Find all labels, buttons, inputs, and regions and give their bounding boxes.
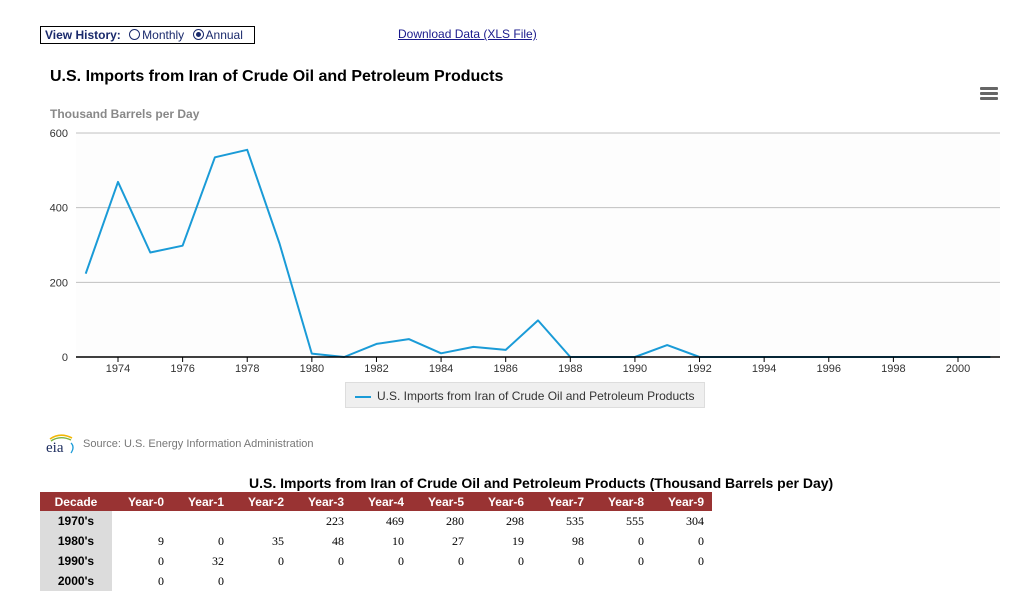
x-tick-label: 1994 [752,363,776,375]
table-row: 1990's 0 32 0 0 0 0 0 0 0 0 [40,551,712,571]
x-tick-label: 1992 [687,363,711,375]
table-row: 1980's 9 0 35 48 10 27 19 98 0 0 [40,531,712,551]
x-tick-label: 1978 [235,363,259,375]
value-cell: 9 [158,533,164,548]
column-header: Year-3 [292,492,352,511]
value-cell: 469 [386,513,404,528]
value-cell: 304 [686,513,704,528]
view-history-selector: View History: Monthly Annual [40,26,255,44]
value-cell: 555 [626,513,644,528]
radio-annual-label[interactable]: Annual [206,28,243,42]
value-cell [232,511,292,531]
legend-item[interactable]: U.S. Imports from Iran of Crude Oil and … [345,382,705,408]
value-cell: 10 [392,533,404,548]
value-cell: 0 [158,573,164,588]
x-tick-label: 1974 [106,363,130,375]
value-cell: 0 [458,553,464,568]
value-cell: 48 [332,533,344,548]
value-cell: 0 [698,533,704,548]
value-cell: 0 [638,533,644,548]
y-tick-label: 200 [50,277,68,289]
y-tick-label: 0 [62,352,68,364]
column-header: Year-6 [472,492,532,511]
column-header: Year-8 [592,492,652,511]
value-cell [172,511,232,531]
x-tick-label: 1988 [558,363,582,375]
value-cell [532,571,592,591]
column-header: Year-0 [112,492,172,511]
value-cell: 35 [272,533,284,548]
y-axis-title: Thousand Barrels per Day [50,107,200,121]
x-tick-label: 1986 [493,363,517,375]
view-history-label: View History: [45,28,121,42]
chart-title: U.S. Imports from Iran of Crude Oil and … [50,68,504,85]
table-header-row: Decade Year-0 Year-1 Year-2 Year-3 Year-… [40,492,712,511]
decade-cell: 1980's [40,531,112,551]
column-header: Year-5 [412,492,472,511]
value-cell: 19 [512,533,524,548]
table-title: U.S. Imports from Iran of Crude Oil and … [249,475,834,491]
column-header: Year-1 [172,492,232,511]
value-cell [292,571,352,591]
value-cell: 0 [518,553,524,568]
x-tick-label: 2000 [946,363,970,375]
value-cell: 0 [218,573,224,588]
radio-monthly[interactable] [129,29,141,40]
value-cell: 535 [566,513,584,528]
svg-text:eia: eia [46,440,64,455]
column-header: Year-9 [652,492,712,511]
value-cell: 0 [398,553,404,568]
source-text: Source: U.S. Energy Information Administ… [83,438,314,450]
value-cell [352,571,412,591]
eia-logo-icon: eia [46,434,74,455]
value-cell: 27 [452,533,464,548]
value-cell: 223 [326,513,344,528]
value-cell [412,571,472,591]
table-row: 2000's 0 0 [40,571,712,591]
y-tick-label: 400 [50,203,68,215]
value-cell: 0 [698,553,704,568]
line-chart: 0 200 400 600 1974 1976 1978 1980 1982 1984 1986 19… [50,128,1000,375]
table-row: 1970's 223 469 280 298 535 555 304 [40,511,712,531]
y-tick-label: 600 [50,128,68,140]
value-cell: 280 [446,513,464,528]
x-tick-label: 1996 [817,363,841,375]
value-cell [112,511,172,531]
x-tick-label: 1984 [429,363,453,375]
value-cell: 0 [218,533,224,548]
value-cell: 0 [158,553,164,568]
value-cell: 0 [338,553,344,568]
data-table: Decade Year-0 Year-1 Year-2 Year-3 Year-… [40,492,712,591]
download-data-link[interactable]: Download Data (XLS File) [398,27,537,41]
radio-annual[interactable] [192,29,204,40]
value-cell: 98 [572,533,584,548]
column-header: Year-2 [232,492,292,511]
decade-cell: 1970's [40,511,112,531]
x-tick-label: 1998 [881,363,905,375]
hamburger-menu-icon[interactable] [980,87,998,101]
x-tick-label: 1980 [300,363,324,375]
value-cell: 0 [578,553,584,568]
column-header: Year-7 [532,492,592,511]
decade-cell: 1990's [40,551,112,571]
value-cell: 32 [212,553,224,568]
value-cell: 298 [506,513,524,528]
x-tick-label: 1976 [170,363,194,375]
x-tick-label: 1990 [623,363,647,375]
plot-background [76,133,1000,357]
value-cell [592,571,652,591]
value-cell: 0 [638,553,644,568]
legend-swatch [355,395,371,398]
value-cell [652,571,712,591]
column-header: Decade [40,492,112,511]
radio-monthly-label[interactable]: Monthly [142,28,184,42]
x-tick-label: 1982 [364,363,388,375]
decade-cell: 2000's [40,571,112,591]
legend-label: U.S. Imports from Iran of Crude Oil and … [377,389,695,403]
value-cell [472,571,532,591]
column-header: Year-4 [352,492,412,511]
value-cell [232,571,292,591]
value-cell: 0 [278,553,284,568]
